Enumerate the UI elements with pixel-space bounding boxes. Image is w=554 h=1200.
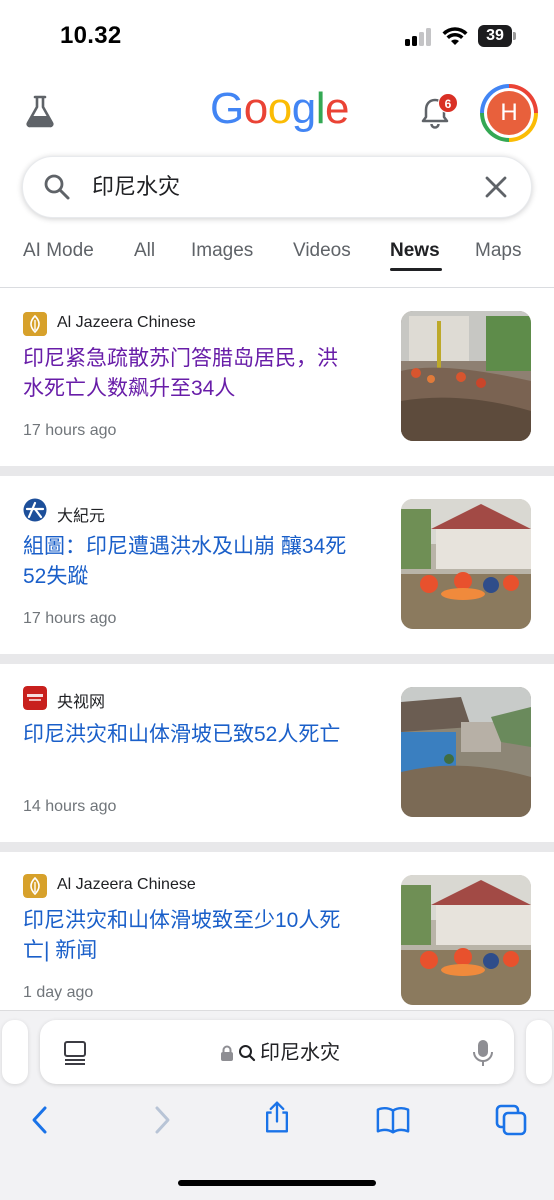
status-bar: 10.32 39 — [0, 0, 554, 70]
previous-tab-peek[interactable] — [2, 1020, 28, 1084]
news-headline[interactable]: 印尼紧急疏散苏门答腊岛居民，洪 水死亡人数飙升至34人 — [23, 344, 375, 404]
headline-line: 印尼洪灾和山体滑坡已致52人死亡 — [23, 723, 341, 746]
wifi-icon — [442, 27, 468, 45]
notification-badge: 6 — [438, 93, 458, 113]
news-source: 大紀元 — [57, 508, 106, 525]
page: 10.32 39 Google 6 H 印尼水灾 AI Mode All Ima… — [0, 0, 554, 1200]
logo-letter: l — [315, 84, 326, 133]
tab-videos[interactable]: Videos — [293, 240, 351, 262]
search-input[interactable]: 印尼水灾 — [92, 172, 180, 202]
news-time: 14 hours ago — [23, 798, 117, 815]
status-time: 10.32 — [60, 22, 122, 49]
cctv-logo-icon — [23, 686, 47, 710]
news-card[interactable]: 大紀元 組圖：印尼遭遇洪水及山崩 釀34死 52失蹤 17 hours ago — [0, 476, 554, 654]
news-source: Al Jazeera Chinese — [57, 314, 196, 331]
search-icon — [239, 1045, 256, 1062]
logo-letter: G — [210, 84, 244, 133]
tab-all[interactable]: All — [134, 240, 155, 262]
next-tab-peek[interactable] — [526, 1020, 552, 1084]
microphone-icon[interactable] — [472, 1038, 494, 1068]
clear-icon[interactable] — [482, 173, 510, 201]
search-tabs: AI Mode All Images Videos News Maps — [0, 236, 554, 276]
logo-letter: o — [243, 84, 268, 133]
al-jazeera-logo-icon — [23, 874, 47, 898]
lock-icon — [221, 1045, 233, 1061]
card-separator — [0, 654, 554, 664]
logo-letter: e — [324, 84, 349, 133]
tab-news[interactable]: News — [390, 240, 440, 262]
news-thumbnail[interactable] — [401, 687, 531, 817]
headline-line: 水死亡人数飙升至34人 — [23, 377, 236, 400]
news-time: 17 hours ago — [23, 422, 117, 439]
forward-chevron-icon[interactable] — [144, 1103, 178, 1137]
labs-flask-icon[interactable] — [24, 94, 56, 128]
news-thumbnail[interactable] — [401, 875, 531, 1005]
address-query: 印尼水灾 — [260, 1042, 340, 1064]
news-headline[interactable]: 組圖：印尼遭遇洪水及山崩 釀34死 52失蹤 — [23, 532, 375, 592]
tab-maps[interactable]: Maps — [475, 240, 521, 262]
news-time: 17 hours ago — [23, 610, 117, 627]
logo-letter: o — [267, 84, 292, 133]
page-menu-icon[interactable] — [62, 1040, 88, 1066]
headline-line: 印尼紧急疏散苏门答腊岛居民，洪 — [23, 347, 338, 370]
news-time: 1 day ago — [23, 984, 94, 1001]
google-logo: Google — [210, 84, 349, 134]
news-thumbnail[interactable] — [401, 499, 531, 629]
headline-line: 亡| 新闻 — [23, 939, 98, 962]
battery-percent: 39 — [486, 27, 504, 44]
news-headline[interactable]: 印尼洪灾和山体滑坡致至少10人死 亡| 新闻 — [23, 906, 375, 966]
home-indicator[interactable] — [178, 1180, 376, 1186]
epoch-times-logo-icon — [23, 498, 47, 522]
news-card[interactable]: 央视网 印尼洪灾和山体滑坡已致52人死亡 14 hours ago — [0, 664, 554, 842]
address-text[interactable]: 印尼水灾 — [220, 1040, 340, 1066]
search-icon — [44, 174, 70, 200]
logo-letter: g — [291, 84, 316, 133]
tab-images[interactable]: Images — [191, 240, 253, 262]
card-separator — [0, 466, 554, 476]
news-card[interactable]: Al Jazeera Chinese 印尼洪灾和山体滑坡致至少10人死 亡| 新… — [0, 852, 554, 1030]
headline-line: 52失蹤 — [23, 565, 89, 588]
cellular-signal-icon — [405, 28, 433, 46]
headline-line: 印尼洪灾和山体滑坡致至少10人死 — [23, 909, 341, 932]
news-source: Al Jazeera Chinese — [57, 876, 196, 893]
news-source: 央视网 — [57, 694, 106, 711]
avatar[interactable]: H — [487, 91, 531, 135]
news-thumbnail[interactable] — [401, 311, 531, 441]
back-chevron-icon[interactable] — [24, 1103, 58, 1137]
tabs-overview-icon[interactable] — [494, 1103, 528, 1137]
share-icon[interactable] — [260, 1100, 294, 1134]
card-separator — [0, 842, 554, 852]
battery-icon: 39 — [478, 25, 516, 47]
bookmarks-book-icon[interactable] — [376, 1103, 410, 1137]
al-jazeera-logo-icon — [23, 312, 47, 336]
news-card[interactable]: Al Jazeera Chinese 印尼紧急疏散苏门答腊岛居民，洪 水死亡人数… — [0, 288, 554, 466]
active-tab-indicator — [390, 268, 442, 271]
tab-ai-mode[interactable]: AI Mode — [23, 240, 94, 262]
headline-line: 組圖：印尼遭遇洪水及山崩 釀34死 — [23, 535, 347, 558]
news-headline[interactable]: 印尼洪灾和山体滑坡已致52人死亡 — [23, 720, 375, 750]
